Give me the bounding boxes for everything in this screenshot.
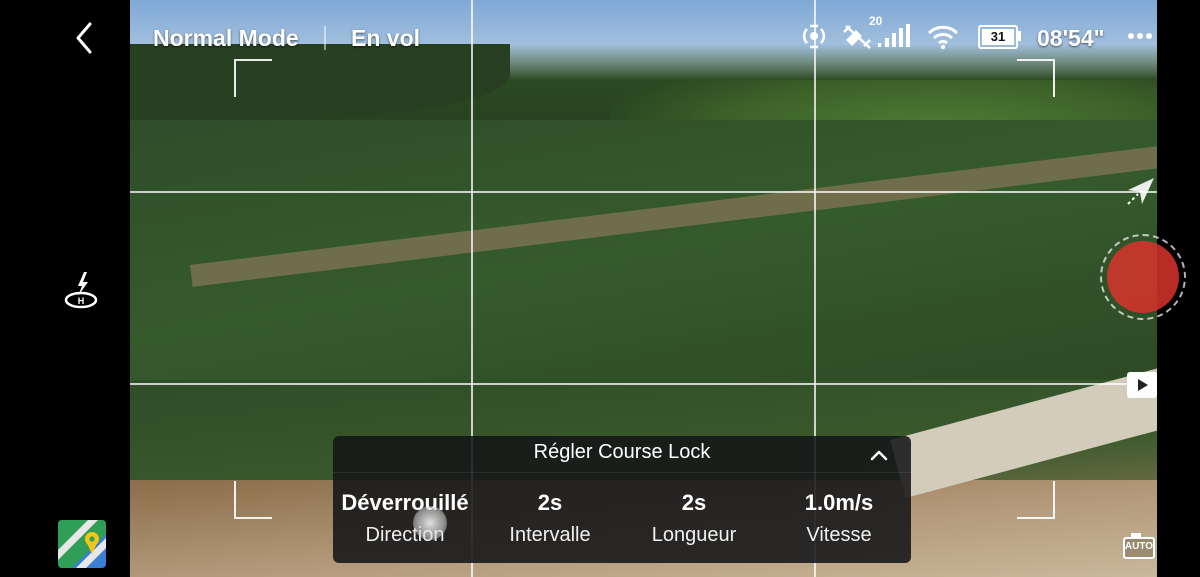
record-button[interactable]	[1100, 234, 1186, 320]
map-button[interactable]	[58, 520, 106, 568]
auto-label: AUTO	[1124, 541, 1154, 552]
map-icon	[58, 520, 106, 568]
more-button[interactable]	[1126, 26, 1156, 46]
grid-line-horizontal-2	[130, 383, 1157, 385]
direction-label: Direction	[365, 524, 445, 546]
battery-icon[interactable]: 31	[978, 25, 1022, 49]
back-button[interactable]	[68, 18, 102, 58]
frame-corner-top-right	[1017, 59, 1055, 97]
length-setting[interactable]: 2s Longueur	[622, 490, 766, 547]
touch-indicator	[413, 506, 447, 540]
rc-signal-icon[interactable]	[800, 22, 828, 52]
direction-arrow-icon	[1124, 174, 1157, 208]
battery-level: 31	[982, 29, 1014, 45]
left-sidebar: H	[0, 0, 130, 577]
speed-label: Vitesse	[806, 524, 872, 546]
flight-time: 08'54"	[1037, 25, 1105, 51]
field	[130, 120, 1157, 380]
chevron-up-icon	[870, 450, 888, 461]
svg-text:H: H	[78, 296, 85, 306]
panel-title: Régler Course Lock	[533, 441, 711, 463]
speed-value: 1.0m/s	[804, 490, 874, 515]
chevron-left-icon	[76, 22, 92, 54]
record-button-fill	[1107, 241, 1179, 313]
auto-takeoff-icon: H	[64, 272, 98, 309]
direction-setting[interactable]: Déverrouillé Direction	[333, 490, 477, 547]
auto-takeoff-button[interactable]: H	[60, 268, 102, 310]
signal-bars-icon	[878, 24, 914, 48]
interval-setting[interactable]: 2s Intervalle	[478, 490, 622, 547]
speed-setting[interactable]: 1.0m/s Vitesse	[767, 490, 911, 547]
flight-state-label[interactable]: En vol	[351, 25, 420, 52]
frame-corner-bottom-right	[1017, 481, 1055, 519]
camera-auto-icon[interactable]: AUTO	[1123, 533, 1155, 559]
course-lock-panel: Régler Course Lock Déverrouillé Directio…	[333, 436, 911, 563]
interval-label: Intervalle	[509, 524, 591, 546]
more-icon	[1128, 33, 1152, 39]
collapse-button[interactable]	[868, 444, 890, 466]
length-value: 2s	[681, 490, 707, 515]
camera-viewport[interactable]: Normal Mode En vol 20 31 08'54" Régler C…	[130, 0, 1157, 577]
frame-corner-top-left	[234, 59, 272, 97]
interval-value: 2s	[537, 490, 563, 515]
direction-value: Déverrouillé	[341, 490, 469, 515]
playback-icon	[1138, 379, 1148, 391]
grid-line-horizontal-1	[130, 191, 1157, 193]
mode-label[interactable]: Normal Mode	[153, 25, 299, 52]
wifi-icon[interactable]	[927, 24, 959, 50]
frame-corner-bottom-left	[234, 481, 272, 519]
length-label: Longueur	[651, 524, 737, 546]
playback-button[interactable]	[1127, 372, 1157, 398]
status-divider	[324, 26, 326, 50]
